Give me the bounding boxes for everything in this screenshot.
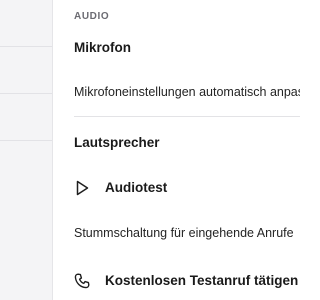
speaker-heading: Lautsprecher <box>74 135 160 150</box>
audio-settings-panel: AUDIO Mikrofon Mikrofoneinstellungen aut… <box>53 0 300 300</box>
play-icon <box>76 180 89 196</box>
settings-window: AUDIO Mikrofon Mikrofoneinstellungen aut… <box>0 0 300 300</box>
mute-incoming-calls-toggle[interactable]: Stummschaltung für eingehende Anrufe <box>74 227 294 240</box>
microphone-auto-settings-toggle[interactable]: Mikrofoneinstellungen automatisch anpass… <box>74 86 300 99</box>
settings-sidebar <box>0 0 53 300</box>
section-label-audio: AUDIO <box>74 11 110 22</box>
sidebar-item[interactable] <box>0 47 52 94</box>
audio-test-label: Audiotest <box>105 180 168 195</box>
free-test-call-label: Kostenlosen Testanruf tätigen <box>105 273 299 288</box>
sidebar-item[interactable] <box>0 0 52 47</box>
phone-icon <box>74 273 90 289</box>
sidebar-item[interactable] <box>0 94 52 141</box>
microphone-heading: Mikrofon <box>74 40 131 55</box>
divider <box>74 116 300 117</box>
